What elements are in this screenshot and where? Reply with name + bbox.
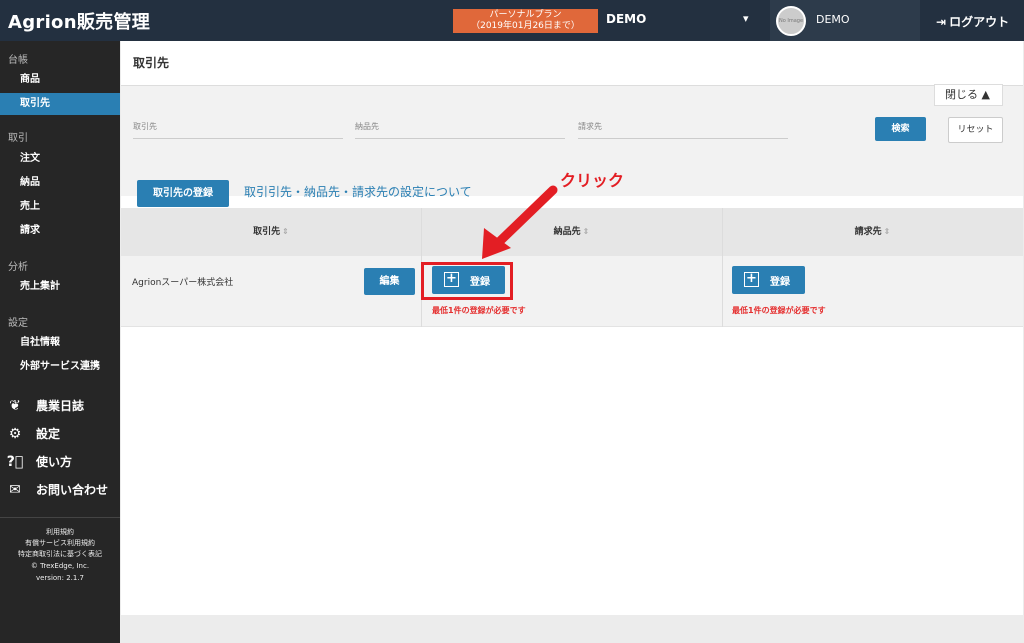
- annotation-arrow-icon: [482, 185, 558, 259]
